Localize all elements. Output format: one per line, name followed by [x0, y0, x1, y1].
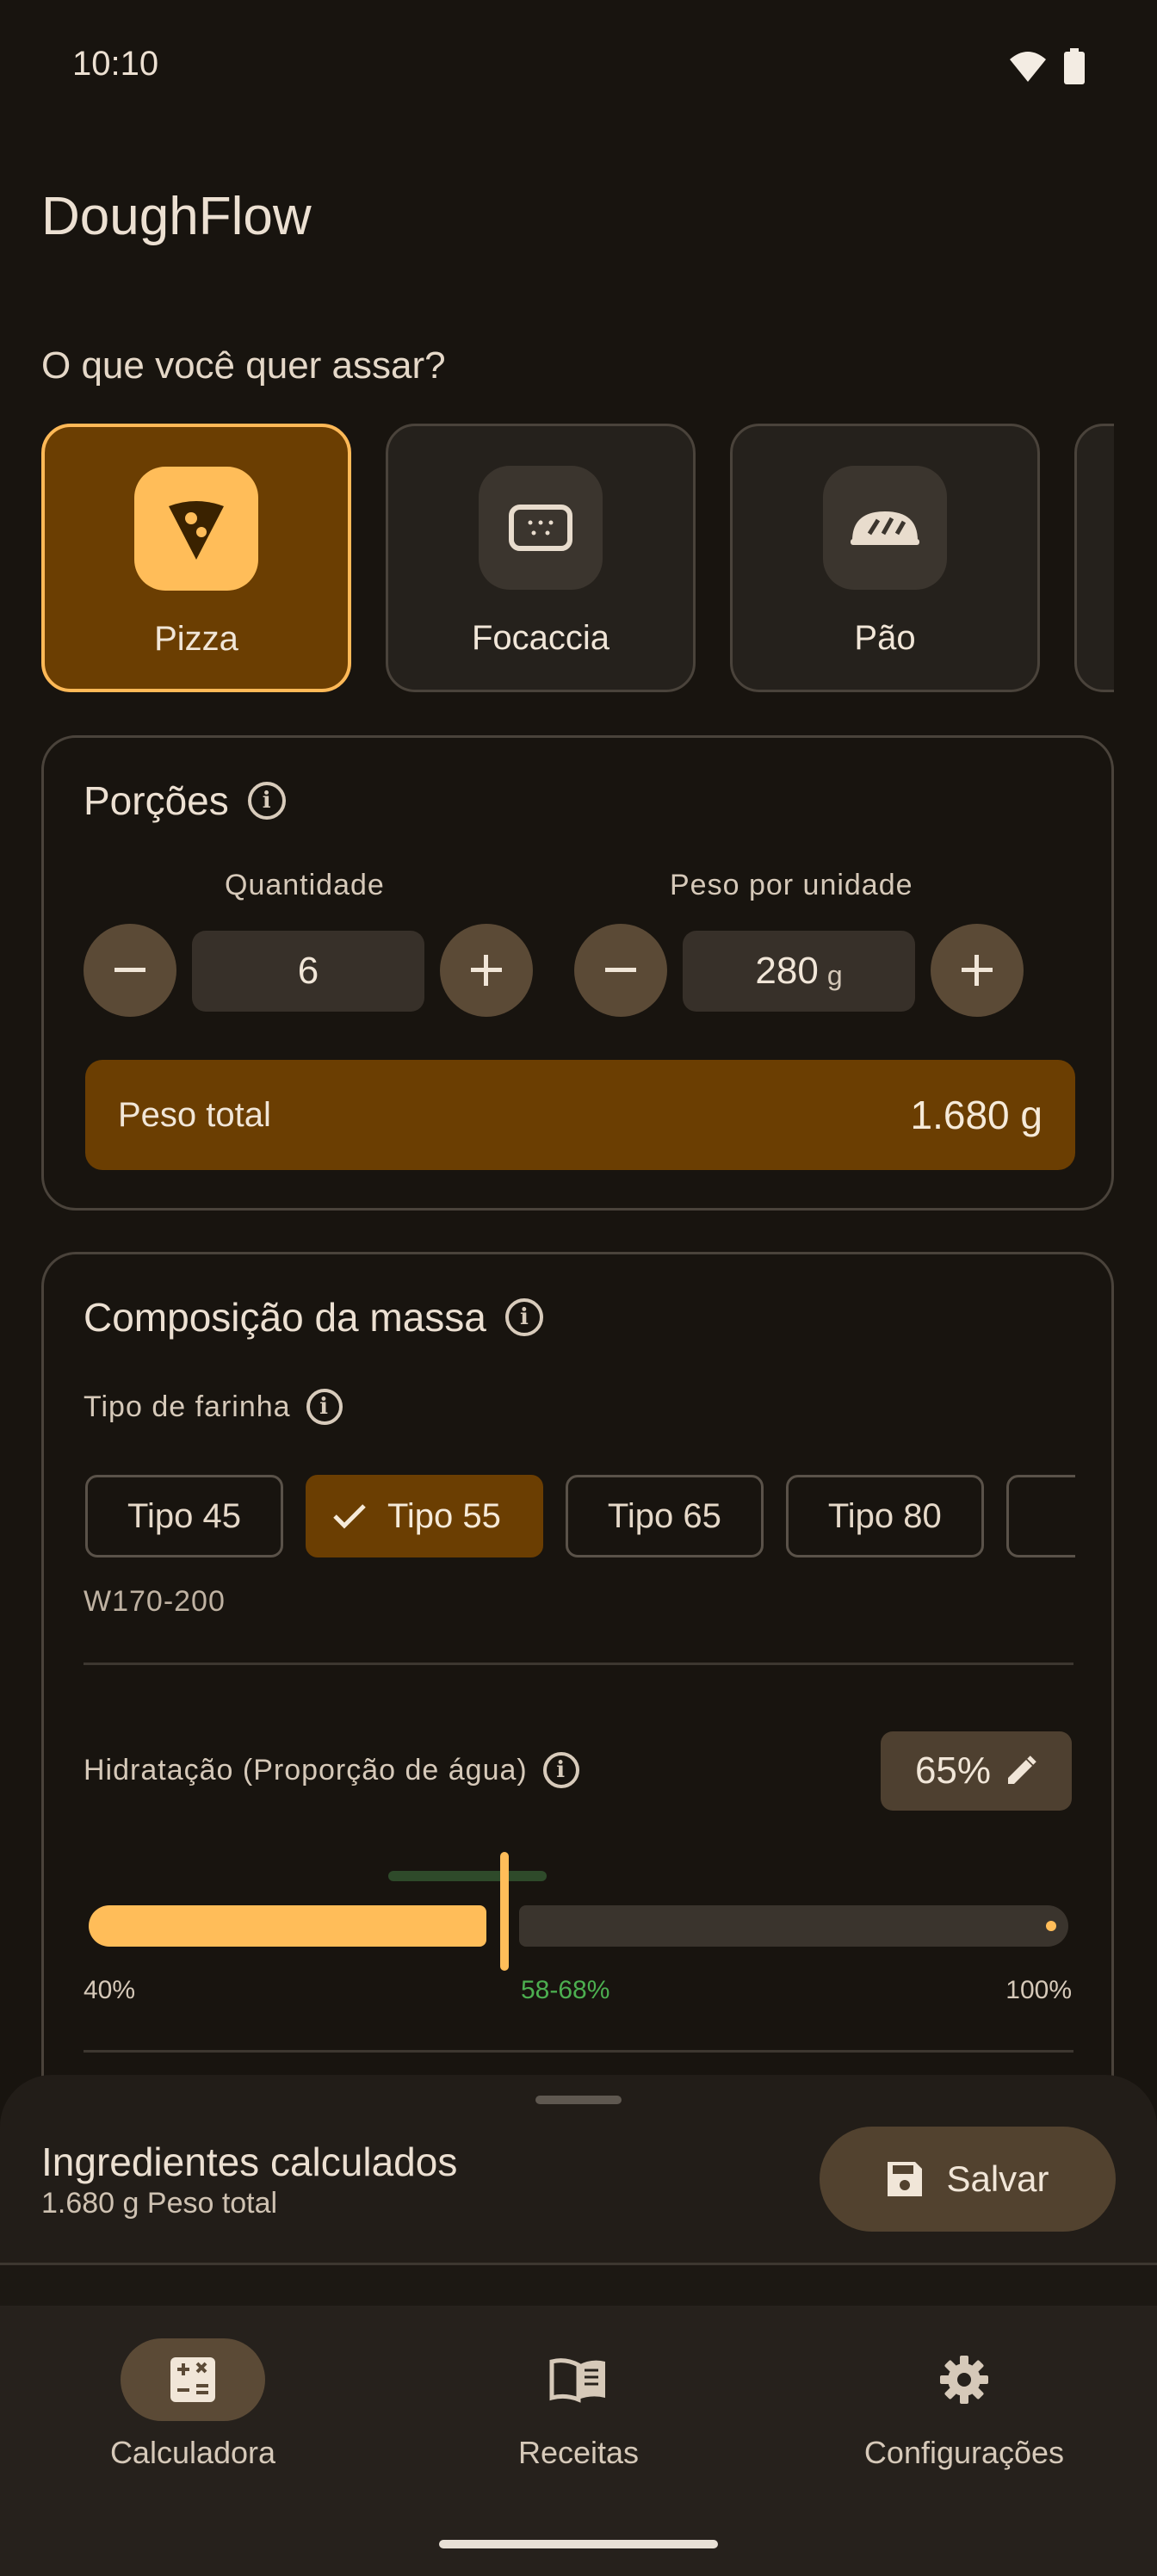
nav-label: Calculadora	[109, 2435, 276, 2470]
quantity-label: Quantidade	[225, 869, 385, 901]
slider-active-track	[89, 1905, 486, 1947]
bake-type-more[interactable]: P	[1074, 424, 1114, 692]
composition-title-row: Composição da massa i	[84, 1294, 543, 1341]
chip-more[interactable]	[1005, 1475, 1075, 1557]
chip-tipo-55[interactable]: Tipo 55	[305, 1475, 543, 1557]
gear-icon	[940, 2356, 988, 2404]
nav-pill[interactable]	[892, 2338, 1036, 2421]
slider-inactive-track	[519, 1905, 1068, 1947]
chip-label: Tipo 65	[607, 1496, 721, 1535]
flour-label-row: Tipo de farinha i	[84, 1389, 343, 1425]
bake-type-focaccia[interactable]: Focaccia	[386, 424, 696, 692]
pizza-icon	[134, 467, 258, 591]
focaccia-icon	[479, 466, 603, 590]
bottom-navigation: Calculadora Receitas Configurações	[0, 2306, 1157, 2576]
bake-type-carousel[interactable]: Pizza Focaccia Pão P	[41, 424, 1114, 692]
total-weight-bar: Peso total 1.680 g	[85, 1060, 1075, 1170]
total-weight-label: Peso total	[118, 1095, 271, 1134]
bake-type-label: Pizza	[154, 620, 238, 658]
bake-type-bread[interactable]: Pão	[730, 424, 1040, 692]
slider-min-label: 40%	[84, 1976, 136, 2004]
nav-pill[interactable]	[506, 2338, 651, 2421]
portions-title: Porções	[84, 778, 229, 823]
bake-question: O que você quer assar?	[41, 344, 446, 387]
chip-label: Tipo 55	[387, 1496, 501, 1535]
weight-value: 280	[755, 950, 819, 992]
ingredients-sheet[interactable]: Ingredientes calculados 1.680 g Peso tot…	[0, 2075, 1157, 2264]
weight-label: Peso por unidade	[670, 869, 913, 901]
bake-type-label: Pão	[854, 619, 916, 657]
pencil-icon	[1008, 1756, 1036, 1784]
quantity-decrement-button[interactable]	[84, 924, 176, 1017]
total-weight-value: 1.680 g	[910, 1093, 1043, 1137]
status-icons	[1009, 48, 1085, 84]
sheet-subtitle: 1.680 g Peso total	[41, 2187, 278, 2220]
content-peek	[0, 2265, 1157, 2306]
nav-item-calculadora[interactable]: Calculadora	[0, 2338, 386, 2471]
chip-tipo-45[interactable]: Tipo 45	[85, 1475, 283, 1557]
portions-panel: Porções i Quantidade Peso por unidade 6 …	[41, 735, 1114, 1211]
chip-label: Tipo 80	[827, 1496, 942, 1535]
divider	[84, 1663, 1073, 1665]
slider-range-label: 58-68%	[521, 1976, 610, 2004]
nav-item-receitas[interactable]: Receitas	[386, 2338, 771, 2471]
hydration-label: Hidratação (Proporção de água)	[84, 1753, 528, 1786]
hydration-value: 65%	[914, 1749, 992, 1792]
composition-title: Composição da massa	[84, 1295, 486, 1340]
slider-thumb[interactable]	[500, 1852, 509, 1971]
check-icon	[333, 1504, 366, 1529]
portions-title-row: Porções i	[84, 777, 286, 824]
chip-label: Tipo 45	[127, 1496, 241, 1535]
minus-icon	[114, 968, 145, 972]
hydration-edit-button[interactable]: 65%	[881, 1731, 1072, 1811]
bake-type-label: Focaccia	[471, 619, 610, 657]
plus-icon	[471, 955, 502, 986]
drag-handle[interactable]	[535, 2096, 622, 2104]
divider	[84, 2050, 1073, 2053]
recommended-range	[388, 1871, 547, 1881]
weight-unit: g	[826, 959, 843, 991]
app-title: DoughFlow	[41, 187, 312, 246]
minus-icon	[605, 968, 636, 972]
bread-icon	[823, 466, 947, 590]
chip-tipo-80[interactable]: Tipo 80	[785, 1475, 984, 1557]
flour-type-chips[interactable]: Tipo 45 Tipo 55 Tipo 65 Tipo 80	[85, 1475, 1075, 1557]
weight-field[interactable]: 280 g	[683, 931, 915, 1012]
info-icon[interactable]: i	[247, 782, 286, 820]
wifi-icon	[1010, 52, 1046, 82]
nav-pill[interactable]	[121, 2338, 265, 2421]
nav-label: Configurações	[863, 2435, 1065, 2470]
plus-icon	[962, 955, 993, 986]
hydration-slider[interactable]	[84, 1848, 1073, 1971]
chip-tipo-65[interactable]: Tipo 65	[565, 1475, 764, 1557]
quantity-increment-button[interactable]	[440, 924, 533, 1017]
save-icon	[888, 2162, 923, 2196]
save-label: Salvar	[946, 2158, 1049, 2199]
home-indicator[interactable]	[439, 2540, 718, 2548]
info-icon[interactable]: i	[504, 1298, 543, 1336]
status-time: 10:10	[72, 45, 159, 83]
info-icon[interactable]: i	[542, 1752, 579, 1788]
quantity-field[interactable]: 6	[192, 931, 424, 1012]
nav-item-configuracoes[interactable]: Configurações	[771, 2338, 1157, 2471]
hydration-label-row: Hidratação (Proporção de água) i	[84, 1752, 579, 1788]
sheet-title: Ingredientes calculados	[41, 2139, 458, 2184]
book-icon	[549, 2358, 605, 2403]
calculator-icon	[170, 2357, 215, 2402]
slider-max-label: 100%	[1005, 1976, 1072, 2004]
flour-strength: W170-200	[84, 1585, 226, 1618]
quantity-value: 6	[297, 950, 319, 992]
weight-decrement-button[interactable]	[574, 924, 667, 1017]
slider-stop-indicator	[1046, 1921, 1056, 1931]
weight-increment-button[interactable]	[931, 924, 1024, 1017]
bake-type-pizza[interactable]: Pizza	[41, 424, 351, 692]
save-button[interactable]: Salvar	[820, 2127, 1116, 2232]
battery-icon	[1064, 48, 1085, 84]
info-icon[interactable]: i	[306, 1389, 343, 1425]
nav-label: Receitas	[517, 2435, 640, 2470]
flour-label: Tipo de farinha	[84, 1390, 291, 1423]
